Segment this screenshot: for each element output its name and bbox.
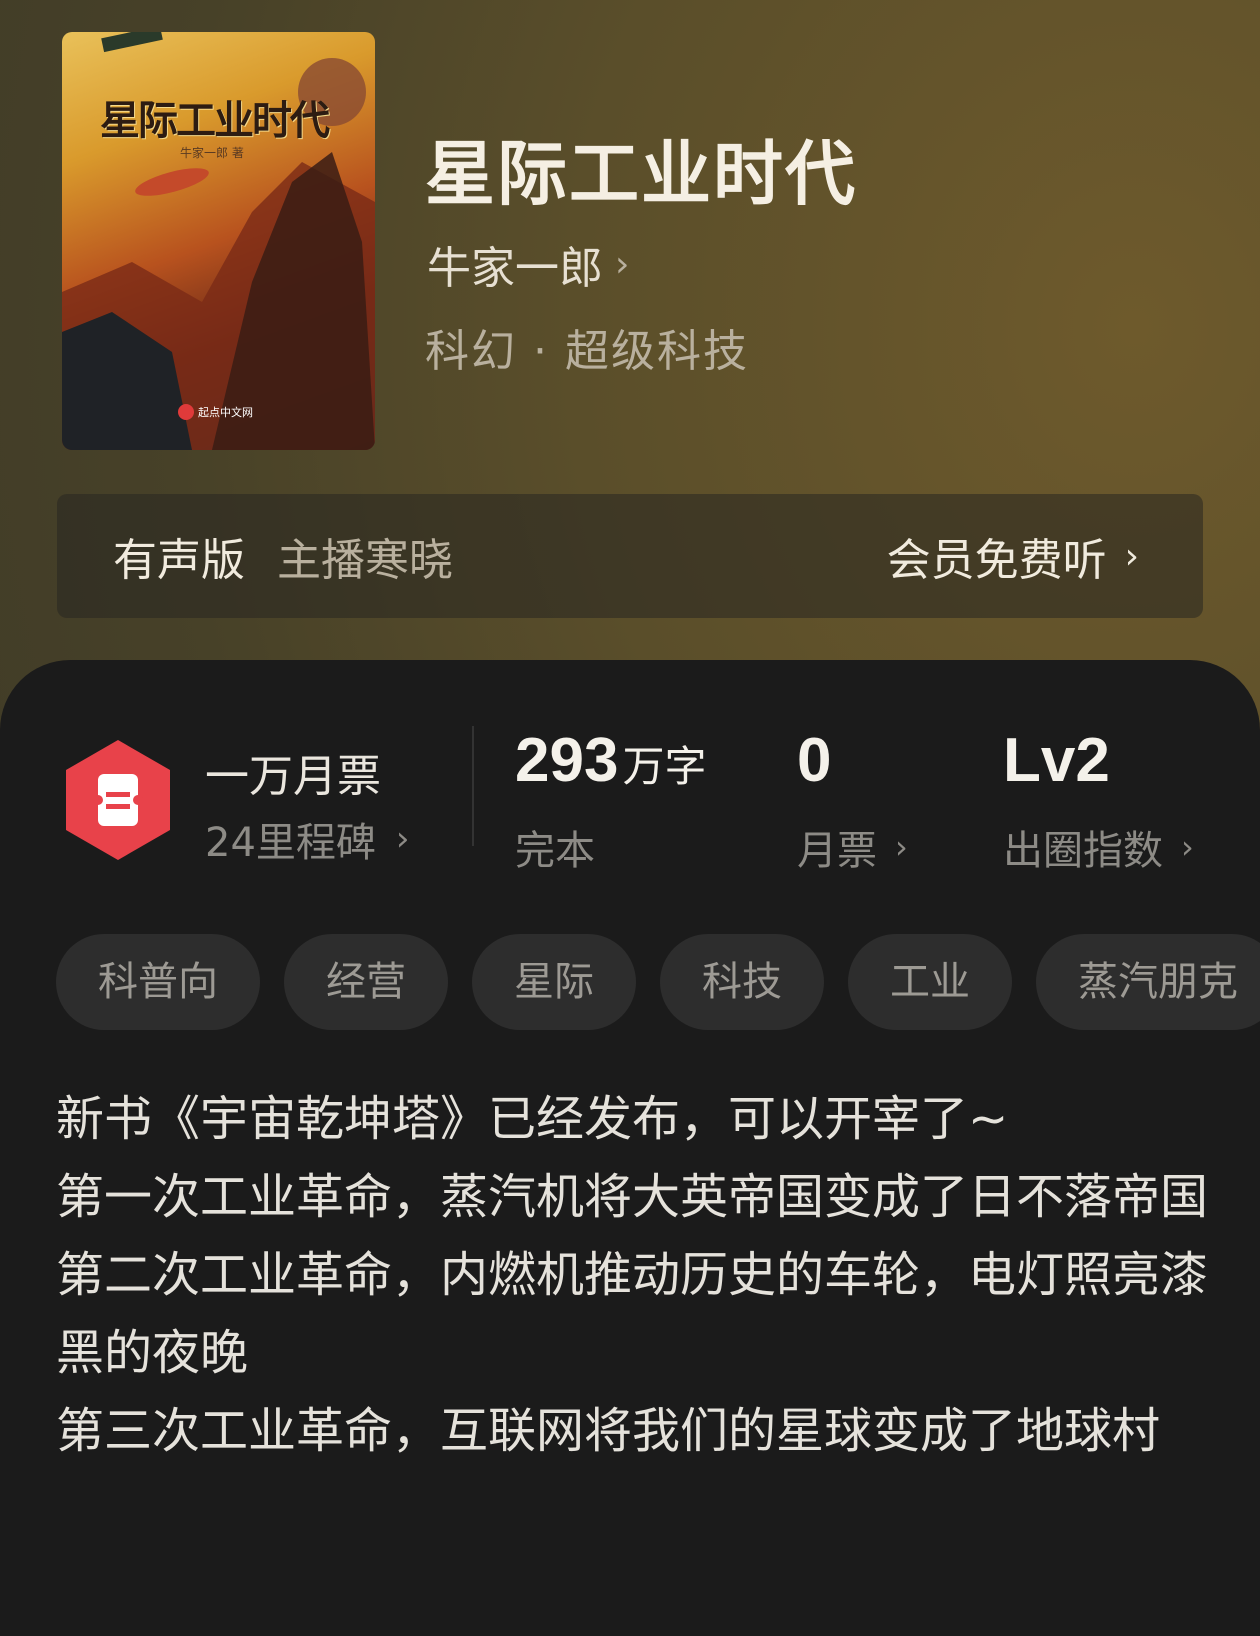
description-line: 第二次工业革命，内燃机推动历史的车轮，电灯照亮漆黑的夜晚 [56, 1247, 1209, 1381]
milestone-title: 一万月票 [205, 751, 381, 802]
audio-host: 主播寒晓 [277, 535, 453, 586]
chevron-right-icon: › [615, 243, 630, 285]
publisher-logo: 起点中文网 [178, 404, 253, 420]
book-genre: 科幻 · 超级科技 [425, 326, 749, 377]
description-line: 第三次工业革命，互联网将我们的星球变成了地球村 [56, 1403, 1161, 1459]
tag-chip[interactable]: 科普向 [56, 934, 260, 1030]
monthly-ticket-stat[interactable]: 0 月票 › [797, 730, 908, 876]
chevron-right-icon: › [1124, 535, 1139, 577]
book-cover[interactable]: 星际工业时代 牛家一郎 著 起点中文网 [62, 32, 375, 450]
audio-version-bar[interactable]: 有声版 主播寒晓 会员免费听 › [57, 494, 1203, 618]
monthly-ticket-icon [66, 740, 170, 860]
tag-chip[interactable]: 工业 [848, 934, 1012, 1030]
description-line: 新书《宇宙乾坤塔》已经发布，可以开宰了~ [56, 1091, 1009, 1147]
publisher-icon [178, 404, 194, 420]
tag-list: 科普向 经营 星际 科技 工业 蒸汽朋克 [56, 934, 1260, 1034]
cover-author: 牛家一郎 著 [180, 146, 244, 160]
completion-status: 完本 [515, 828, 595, 874]
chevron-right-icon: › [895, 828, 908, 866]
tag-chip[interactable]: 经营 [284, 934, 448, 1030]
word-count-stat: 293 万字 完本 [515, 730, 706, 876]
popularity-index-stat[interactable]: Lv2 出圈指数 › [1003, 730, 1194, 876]
tag-chip[interactable]: 星际 [472, 934, 636, 1030]
publisher-name: 起点中文网 [198, 406, 253, 419]
chevron-right-icon: › [1181, 828, 1194, 866]
monthly-ticket-value: 0 [797, 726, 832, 795]
book-description[interactable]: 新书《宇宙乾坤塔》已经发布，可以开宰了~ 第一次工业革命，蒸汽机将大英帝国变成了… [56, 1080, 1216, 1470]
audio-label: 有声版 [113, 535, 245, 586]
member-free-listen-label: 会员免费听 [886, 535, 1107, 586]
book-header: 星际工业时代 牛家一郎 著 起点中文网 星际工业时代 牛家一郎 › 科幻 · 超… [0, 0, 1260, 700]
cover-title: 星际工业时代 [100, 97, 330, 144]
popularity-index-label: 出圈指数 [1003, 828, 1163, 874]
stats-divider [472, 726, 474, 846]
description-line: 第一次工业革命，蒸汽机将大英帝国变成了日不落帝国 [56, 1169, 1209, 1225]
chevron-right-icon: › [395, 819, 410, 859]
milestone-link[interactable]: 24里程碑 › [205, 810, 410, 868]
tag-chip[interactable]: 科技 [660, 934, 824, 1030]
milestone-sub: 24里程碑 [205, 820, 376, 866]
author-link[interactable]: 牛家一郎 › [427, 232, 629, 296]
word-count-unit: 万字 [622, 742, 707, 791]
popularity-level-value: Lv2 [1003, 726, 1110, 795]
word-count-value: 293 [515, 726, 619, 795]
tag-chip[interactable]: 蒸汽朋克 [1036, 934, 1260, 1030]
member-free-listen-button[interactable]: 会员免费听 › [887, 524, 1139, 588]
book-title: 星际工业时代 [425, 132, 857, 215]
author-name: 牛家一郎 [427, 243, 603, 294]
monthly-ticket-label: 月票 [797, 828, 877, 874]
